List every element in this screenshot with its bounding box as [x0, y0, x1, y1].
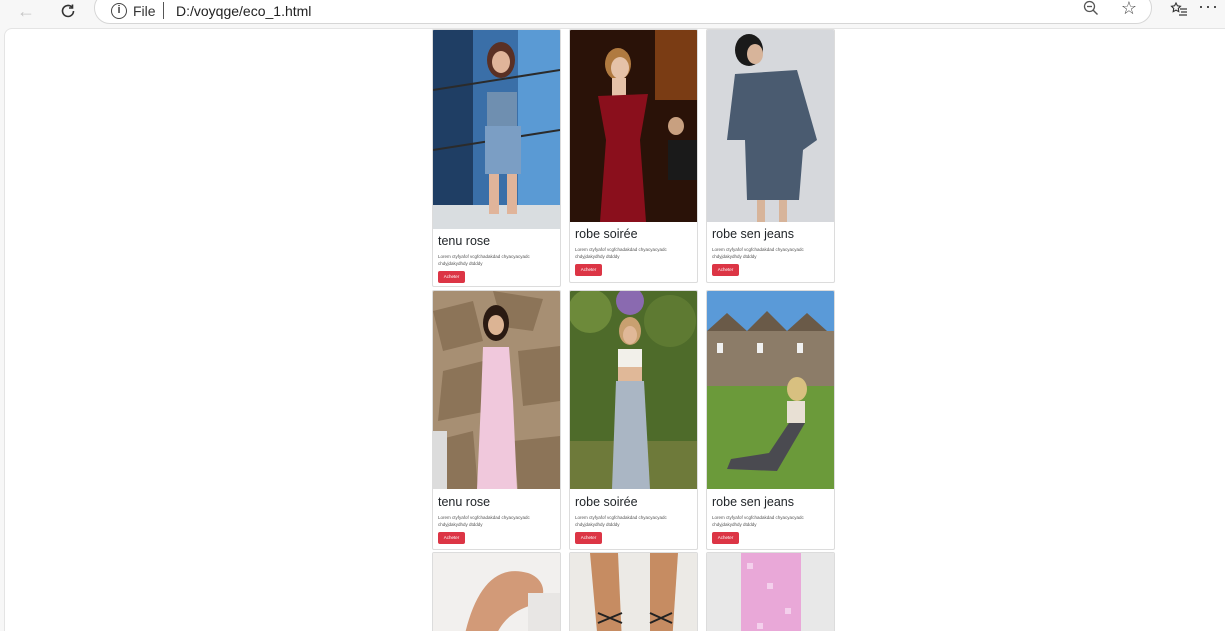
product-photo-legs-closeup	[433, 553, 560, 631]
buy-button[interactable]: Acheter	[575, 532, 602, 544]
product-description: Lorem ctyfyafof vcgfchadakdad chyacyacya…	[575, 515, 667, 527]
product-description: Lorem ctyfyafof vcgfchadakdad chyacyacya…	[438, 254, 530, 266]
product-photo-pink-lace-fabric	[707, 553, 834, 631]
product-title: robe soirée	[575, 227, 638, 241]
info-icon[interactable]: i	[111, 3, 127, 19]
star-icon[interactable]: ☆	[1121, 0, 1137, 19]
buy-button[interactable]: Acheter	[438, 271, 465, 283]
product-title: robe sen jeans	[712, 495, 795, 509]
address-bar[interactable]: i File D:/voyqge/eco_1.html ☆	[94, 0, 1152, 24]
more-icon[interactable]: ···	[1198, 0, 1219, 17]
url-text[interactable]: D:/voyqge/eco_1.html	[176, 3, 311, 19]
product-card: robe sen jeans Lorem ctyfyafof vcgfchada…	[706, 290, 835, 550]
buy-button[interactable]: Acheter	[438, 532, 465, 544]
product-photo-denim-dress	[707, 30, 834, 222]
product-title: robe sen jeans	[712, 227, 795, 241]
favorites-icon[interactable]	[1170, 0, 1188, 23]
product-card: tenu rose Lorem ctyfyafof vcgfchadakdad …	[432, 29, 561, 287]
product-photo-crop-top-jeans	[570, 291, 697, 489]
product-card: robe soirée Lorem ctyfyafof vcgfchadakda…	[569, 290, 698, 550]
product-card	[569, 552, 698, 631]
product-card	[432, 552, 561, 631]
product-card: robe soirée Lorem ctyfyafof vcgfchadakda…	[569, 29, 698, 283]
product-photo-red-dress	[570, 30, 697, 222]
product-photo-pink-lace-dress	[433, 291, 560, 489]
product-card: robe sen jeans Lorem ctyfyafof vcgfchada…	[706, 29, 835, 283]
product-title: robe soirée	[575, 495, 638, 509]
buy-button[interactable]: Acheter	[712, 532, 739, 544]
product-card: tenu rose Lorem ctyfyafof vcgfchadakdad …	[432, 290, 561, 550]
address-separator	[163, 2, 164, 19]
back-arrow-icon[interactable]: ←	[12, 0, 40, 22]
product-photo-denim-outfit	[433, 30, 560, 229]
product-photo-park-jeans	[707, 291, 834, 489]
product-title: tenu rose	[438, 495, 491, 509]
reload-icon[interactable]	[54, 0, 82, 22]
scheme-label: File	[133, 3, 156, 19]
product-photo-lace-sandals	[570, 553, 697, 631]
buy-button[interactable]: Acheter	[712, 264, 739, 276]
buy-button[interactable]: Acheter	[575, 264, 602, 276]
zoom-out-icon[interactable]	[1083, 0, 1099, 21]
page-viewport: tenu rose Lorem ctyfyafof vcgfchadakdad …	[4, 28, 1225, 631]
product-description: Lorem ctyfyafof vcgfchadakdad chyacyacya…	[575, 247, 667, 259]
product-description: Lorem ctyfyafof vcgfchadakdad chyacyacya…	[438, 515, 530, 527]
browser-toolbar: ← i File D:/voyqge/eco_1.html ☆ ···	[0, 0, 1225, 26]
product-description: Lorem ctyfyafof vcgfchadakdad chyacyacya…	[712, 515, 804, 527]
product-title: tenu rose	[438, 234, 491, 248]
product-card	[706, 552, 835, 631]
product-description: Lorem ctyfyafof vcgfchadakdad chyacyacya…	[712, 247, 804, 259]
